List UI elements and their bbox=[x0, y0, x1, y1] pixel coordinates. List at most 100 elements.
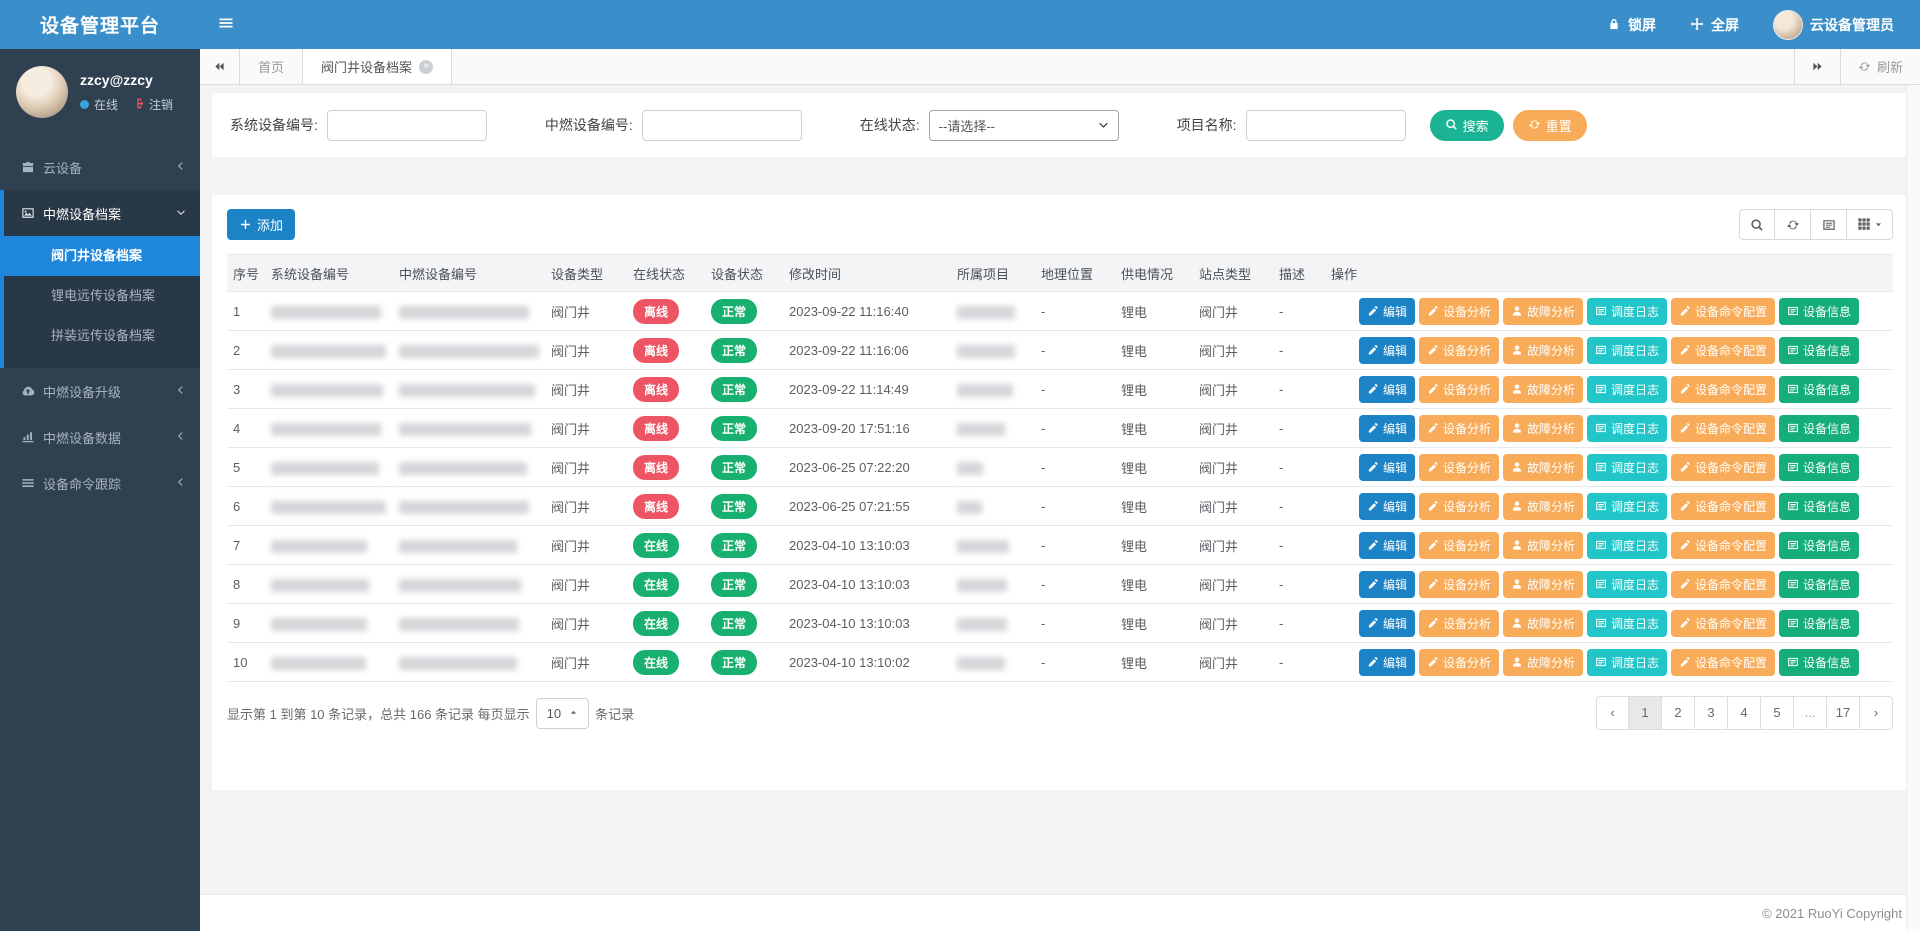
row-action-button[interactable]: 设备命令配置 bbox=[1671, 610, 1775, 637]
sidebar-menu-item[interactable]: 中燃设备升级 bbox=[0, 368, 200, 414]
row-action-button[interactable]: 调度日志 bbox=[1587, 493, 1667, 520]
row-action-button[interactable]: 编辑 bbox=[1359, 454, 1415, 481]
row-action-button[interactable]: 编辑 bbox=[1359, 571, 1415, 598]
table-columns-button[interactable] bbox=[1847, 209, 1893, 240]
row-action-button[interactable]: 设备信息 bbox=[1779, 454, 1859, 481]
sidebar-menu-item[interactable]: 中燃设备数据 bbox=[0, 414, 200, 460]
row-action-button[interactable]: 设备信息 bbox=[1779, 649, 1859, 676]
page-button[interactable]: 5 bbox=[1761, 696, 1794, 730]
sidebar-menu-item[interactable]: 中燃设备档案 bbox=[4, 190, 200, 236]
row-action-button[interactable]: 设备命令配置 bbox=[1671, 493, 1775, 520]
page-button[interactable]: 17 bbox=[1827, 696, 1860, 730]
tab-valve-well-archive[interactable]: 阀门井设备档案 × bbox=[303, 49, 452, 84]
page-prev-button[interactable]: ‹ bbox=[1596, 696, 1629, 730]
row-action-button[interactable]: 编辑 bbox=[1359, 415, 1415, 442]
system-device-no-input[interactable] bbox=[327, 110, 487, 141]
page-size-select[interactable]: 10 bbox=[536, 698, 589, 729]
row-action-button[interactable]: 编辑 bbox=[1359, 532, 1415, 559]
page-button[interactable]: 2 bbox=[1662, 696, 1695, 730]
add-button[interactable]: 添加 bbox=[227, 209, 295, 240]
row-action-button[interactable]: 调度日志 bbox=[1587, 532, 1667, 559]
row-action-button[interactable]: 设备分析 bbox=[1419, 493, 1499, 520]
row-action-button[interactable]: 设备信息 bbox=[1779, 376, 1859, 403]
row-action-button[interactable]: 设备分析 bbox=[1419, 610, 1499, 637]
row-action-button[interactable]: 调度日志 bbox=[1587, 610, 1667, 637]
row-action-button[interactable]: 调度日志 bbox=[1587, 298, 1667, 325]
row-action-button[interactable]: 设备信息 bbox=[1779, 610, 1859, 637]
row-action-button[interactable]: 故障分析 bbox=[1503, 454, 1583, 481]
sidebar-submenu-item[interactable]: 拼装远传设备档案 bbox=[4, 316, 200, 356]
tab-close-icon[interactable]: × bbox=[419, 60, 433, 74]
table-search-toggle-button[interactable] bbox=[1739, 209, 1775, 240]
online-status-select[interactable]: --请选择-- bbox=[929, 110, 1119, 141]
row-action-button[interactable]: 设备分析 bbox=[1419, 649, 1499, 676]
row-action-button[interactable]: 调度日志 bbox=[1587, 571, 1667, 598]
tabs-scroll-left-button[interactable] bbox=[200, 49, 240, 84]
row-action-button[interactable]: 设备命令配置 bbox=[1671, 376, 1775, 403]
row-action-button[interactable]: 设备分析 bbox=[1419, 415, 1499, 442]
row-action-button[interactable]: 调度日志 bbox=[1587, 376, 1667, 403]
row-action-button[interactable]: 编辑 bbox=[1359, 649, 1415, 676]
sidebar-avatar[interactable] bbox=[16, 66, 68, 118]
row-action-button[interactable]: 编辑 bbox=[1359, 610, 1415, 637]
row-action-button[interactable]: 设备命令配置 bbox=[1671, 532, 1775, 559]
project-name-input[interactable] bbox=[1246, 110, 1406, 141]
row-action-button[interactable]: 设备分析 bbox=[1419, 571, 1499, 598]
row-action-button[interactable]: 设备信息 bbox=[1779, 415, 1859, 442]
row-action-button[interactable]: 编辑 bbox=[1359, 376, 1415, 403]
sidebar-menu-item[interactable]: 设备命令跟踪 bbox=[0, 460, 200, 506]
page-button[interactable]: 4 bbox=[1728, 696, 1761, 730]
sidebar-submenu-item[interactable]: 阀门井设备档案 bbox=[4, 236, 200, 276]
row-action-button[interactable]: 调度日志 bbox=[1587, 337, 1667, 364]
row-action-button[interactable]: 设备信息 bbox=[1779, 532, 1859, 559]
page-next-button[interactable]: › bbox=[1860, 696, 1893, 730]
sidebar-submenu-item[interactable]: 锂电远传设备档案 bbox=[4, 276, 200, 316]
row-action-button[interactable]: 故障分析 bbox=[1503, 337, 1583, 364]
zr-device-no-input[interactable] bbox=[642, 110, 802, 141]
fullscreen-button[interactable]: 全屏 bbox=[1690, 15, 1739, 35]
user-menu[interactable]: 云设备管理员 bbox=[1773, 10, 1894, 40]
sidebar-toggle-button[interactable] bbox=[200, 15, 252, 34]
row-action-button[interactable]: 设备信息 bbox=[1779, 337, 1859, 364]
search-button[interactable]: 搜索 bbox=[1430, 110, 1504, 141]
page-button[interactable]: 1 bbox=[1629, 696, 1662, 730]
row-action-button[interactable]: 设备分析 bbox=[1419, 376, 1499, 403]
row-action-button[interactable]: 设备命令配置 bbox=[1671, 454, 1775, 481]
tab-home[interactable]: 首页 bbox=[240, 49, 303, 84]
row-action-button[interactable]: 故障分析 bbox=[1503, 298, 1583, 325]
row-action-button[interactable]: 设备命令配置 bbox=[1671, 298, 1775, 325]
row-action-button[interactable]: 故障分析 bbox=[1503, 610, 1583, 637]
row-action-button[interactable]: 设备命令配置 bbox=[1671, 649, 1775, 676]
row-action-button[interactable]: 故障分析 bbox=[1503, 415, 1583, 442]
row-action-button[interactable]: 设备分析 bbox=[1419, 532, 1499, 559]
row-action-button[interactable]: 设备命令配置 bbox=[1671, 415, 1775, 442]
row-action-button[interactable]: 设备命令配置 bbox=[1671, 571, 1775, 598]
reset-button[interactable]: 重置 bbox=[1513, 110, 1587, 141]
row-action-button[interactable]: 调度日志 bbox=[1587, 649, 1667, 676]
row-action-button[interactable]: 设备信息 bbox=[1779, 571, 1859, 598]
row-action-button[interactable]: 故障分析 bbox=[1503, 532, 1583, 559]
sidebar-menu-item[interactable]: 云设备 bbox=[0, 144, 200, 190]
row-action-button[interactable]: 故障分析 bbox=[1503, 649, 1583, 676]
row-action-button[interactable]: 编辑 bbox=[1359, 337, 1415, 364]
row-action-button[interactable]: 设备命令配置 bbox=[1671, 337, 1775, 364]
row-action-button[interactable]: 编辑 bbox=[1359, 298, 1415, 325]
table-detail-view-button[interactable] bbox=[1811, 209, 1847, 240]
row-action-button[interactable]: 设备信息 bbox=[1779, 298, 1859, 325]
row-action-button[interactable]: 设备分析 bbox=[1419, 454, 1499, 481]
row-action-button[interactable]: 设备分析 bbox=[1419, 298, 1499, 325]
page-button[interactable]: 3 bbox=[1695, 696, 1728, 730]
row-action-button[interactable]: 故障分析 bbox=[1503, 493, 1583, 520]
row-action-button[interactable]: 故障分析 bbox=[1503, 376, 1583, 403]
row-action-button[interactable]: 编辑 bbox=[1359, 493, 1415, 520]
row-action-button[interactable]: 设备信息 bbox=[1779, 493, 1859, 520]
tab-refresh-button[interactable]: 刷新 bbox=[1840, 49, 1920, 84]
table-refresh-button[interactable] bbox=[1775, 209, 1811, 240]
logout-button[interactable]: 注销 bbox=[132, 96, 173, 113]
lock-screen-button[interactable]: 锁屏 bbox=[1607, 15, 1656, 35]
row-action-button[interactable]: 故障分析 bbox=[1503, 571, 1583, 598]
scrollbar[interactable] bbox=[1906, 85, 1920, 931]
row-action-button[interactable]: 调度日志 bbox=[1587, 415, 1667, 442]
row-action-button[interactable]: 设备分析 bbox=[1419, 337, 1499, 364]
row-action-button[interactable]: 调度日志 bbox=[1587, 454, 1667, 481]
